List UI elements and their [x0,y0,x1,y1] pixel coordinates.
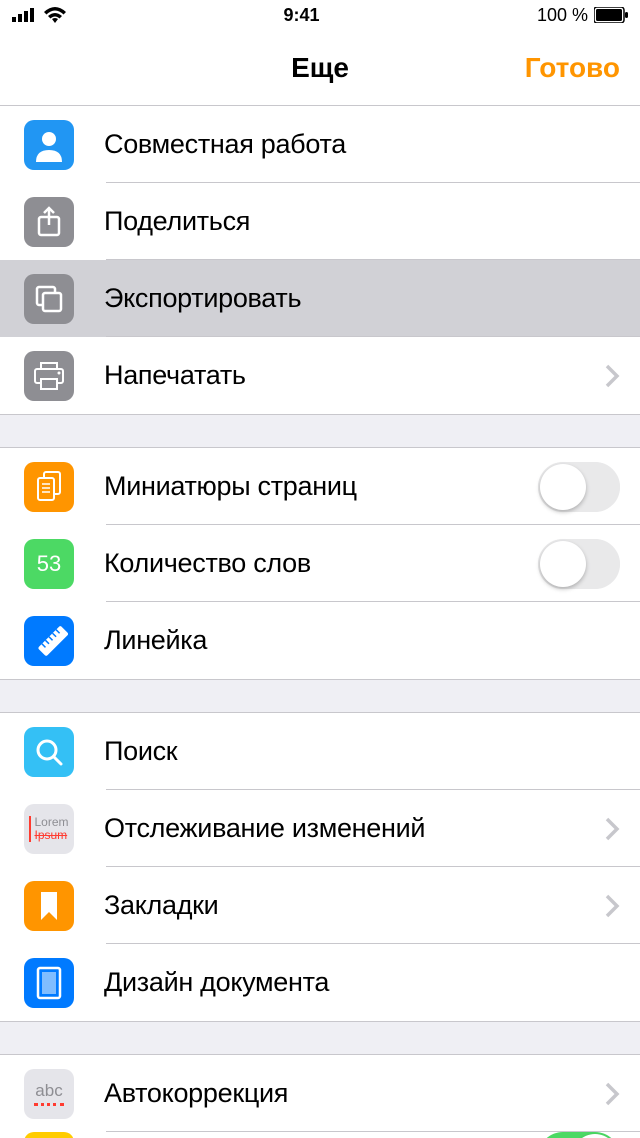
search-icon [24,727,74,777]
row-print[interactable]: Напечатать [0,337,640,414]
toggle-comments[interactable] [538,1132,620,1138]
abc-text: abc [35,1081,62,1101]
row-label: Поиск [104,736,620,767]
toggle-thumbnails[interactable] [538,462,620,512]
ipsum-text: Ipsum [34,829,68,842]
row-ruler[interactable]: Линейка [0,602,640,679]
status-time: 9:41 [283,5,319,26]
page-title: Еще [291,52,349,84]
row-label: Совместная работа [104,129,620,160]
chevron-right-icon [604,363,620,389]
chevron-right-icon [604,1081,620,1107]
print-icon [24,351,74,401]
row-label: Дизайн документа [104,967,620,998]
battery-percent: 100 % [537,5,588,26]
comments-icon [24,1132,74,1138]
row-label: Автокоррекция [104,1078,604,1109]
row-label: Напечатать [104,360,604,391]
wordcount-icon: 53 [24,539,74,589]
status-bar: 9:41 100 % [0,0,640,30]
battery-icon [594,7,628,23]
navbar: Еще Готово [0,30,640,106]
done-button[interactable]: Готово [525,52,620,84]
row-bookmarks[interactable]: Закладки [0,867,640,944]
group-tools: Поиск Lorem Ipsum Отслеживание изменений… [0,712,640,1022]
share-icon [24,197,74,247]
row-document-design[interactable]: Дизайн документа [0,944,640,1021]
row-label: Закладки [104,890,604,921]
row-label: Миниатюры страниц [104,471,538,502]
row-collaborate[interactable]: Совместная работа [0,106,640,183]
row-label: Поделиться [104,206,620,237]
row-export[interactable]: Экспортировать [0,260,640,337]
group-settings: abc Автокоррекция Комментарии [0,1054,640,1138]
bookmark-icon [24,881,74,931]
person-icon [24,120,74,170]
row-word-count[interactable]: 53 Количество слов [0,525,640,602]
group-view: Миниатюры страниц 53 Количество слов Лин… [0,447,640,680]
row-label: Линейка [104,625,620,656]
ruler-icon [24,616,74,666]
row-share[interactable]: Поделиться [0,183,640,260]
row-label: Отслеживание изменений [104,813,604,844]
signal-icon [12,8,36,22]
row-track-changes[interactable]: Lorem Ipsum Отслеживание изменений [0,790,640,867]
export-icon [24,274,74,324]
wifi-icon [44,7,66,23]
document-design-icon [24,958,74,1008]
row-page-thumbnails[interactable]: Миниатюры страниц [0,448,640,525]
row-search[interactable]: Поиск [0,713,640,790]
track-changes-icon: Lorem Ipsum [24,804,74,854]
row-label: Количество слов [104,548,538,579]
chevron-right-icon [604,816,620,842]
group-share: Совместная работа Поделиться Экспортиров… [0,106,640,415]
row-comments[interactable]: Комментарии [0,1132,640,1138]
row-label: Экспортировать [104,283,620,314]
chevron-right-icon [604,893,620,919]
toggle-wordcount[interactable] [538,539,620,589]
autocorrect-icon: abc [24,1069,74,1119]
lorem-text: Lorem [34,816,68,829]
pages-icon [24,462,74,512]
row-autocorrect[interactable]: abc Автокоррекция [0,1055,640,1132]
